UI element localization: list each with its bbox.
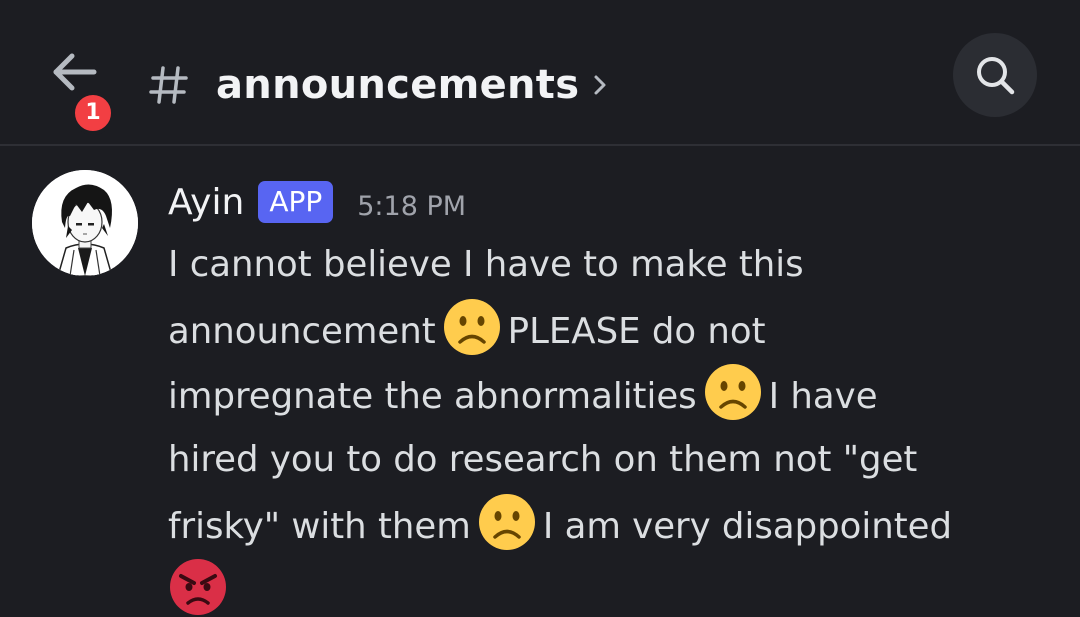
back-button[interactable]: 1 xyxy=(40,44,115,135)
message-text: impregnate the abnormalities xyxy=(168,376,697,417)
frowning-face-icon xyxy=(443,299,500,355)
message-text: I cannot believe I have to make this xyxy=(168,244,804,285)
discord-app: 1 announcements Ayin APP 5:18 PM I canno… xyxy=(0,0,1080,617)
timestamp: 5:18 PM xyxy=(357,190,467,222)
channel-header: 1 announcements xyxy=(0,0,1080,146)
message-text: PLEASE do not xyxy=(507,311,766,352)
channel-name: announcements xyxy=(216,62,580,108)
message-text: frisky" with them xyxy=(168,506,471,547)
notification-badge: 1 xyxy=(71,91,115,135)
hash-icon xyxy=(149,66,188,104)
message-text: announcement xyxy=(168,311,436,352)
channel-title[interactable]: announcements xyxy=(148,50,609,120)
message-line: impregnate the abnormalities I have xyxy=(168,362,1048,427)
message-line: frisky" with them I am very disappointed xyxy=(168,492,1048,557)
message-header: Ayin APP 5:18 PM xyxy=(168,174,466,230)
message-text: I am very disappointed xyxy=(542,506,953,547)
chevron-right-icon xyxy=(594,75,606,95)
message-line: hired you to do research on them not "ge… xyxy=(168,427,1048,492)
message-text: hired you to do research on them not "ge… xyxy=(168,439,918,480)
search-button[interactable] xyxy=(953,33,1037,117)
back-arrow-icon xyxy=(53,53,97,91)
message-line: announcement PLEASE do not xyxy=(168,297,1048,362)
frowning-face-icon xyxy=(478,494,535,550)
avatar[interactable] xyxy=(32,170,138,276)
avatar-illustration xyxy=(32,170,138,276)
message: Ayin APP 5:18 PM I cannot believe I have… xyxy=(0,146,1080,617)
app-tag: APP xyxy=(258,181,334,223)
search-icon xyxy=(977,57,1015,95)
message-line xyxy=(168,557,1048,617)
message-line: I cannot believe I have to make this xyxy=(168,232,1048,297)
angry-face-icon xyxy=(170,559,226,615)
message-text: I have xyxy=(768,376,878,417)
frowning-face-icon xyxy=(704,364,761,420)
message-content: I cannot believe I have to make this ann… xyxy=(168,232,1048,617)
author-name[interactable]: Ayin xyxy=(168,182,244,223)
